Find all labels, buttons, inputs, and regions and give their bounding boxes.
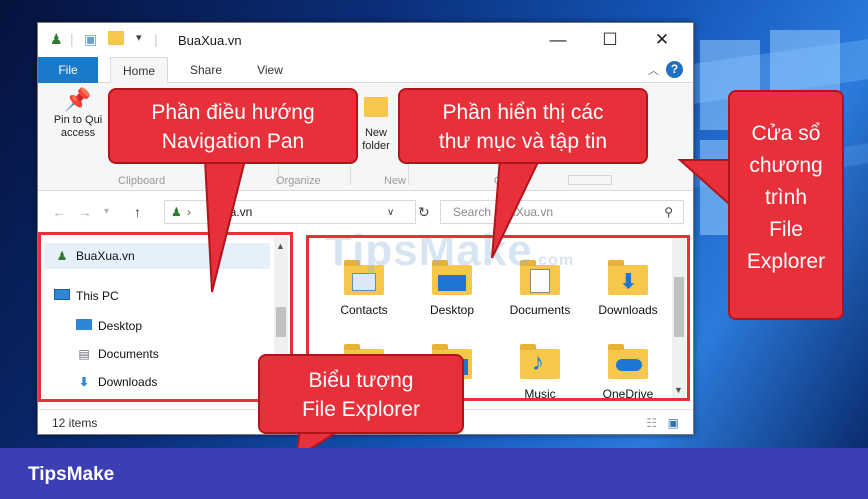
details-view-icon[interactable]: ☷ [646, 416, 657, 430]
pin-icon: 📌 [64, 87, 92, 112]
window-callout-line-4: File [769, 218, 803, 241]
user-folder-icon: ♟ [171, 205, 182, 219]
title-bar: ♟ | ▣ ▾ | BuaXua.vn — ☐ ✕ [38, 23, 693, 57]
pin-label: Pin to Qui [53, 114, 103, 126]
new-folder-button[interactable]: New folder [356, 93, 396, 153]
tab-home[interactable]: Home [110, 57, 168, 84]
address-path: Xua.vn [215, 205, 253, 219]
content-callout-line-1: Phần hiển thị các [442, 101, 604, 124]
new-folder-quick-icon[interactable] [108, 31, 124, 48]
ribbon-tabs: File Home Share View ︿ ? [38, 57, 693, 84]
search-icon: ⚲ [664, 205, 673, 219]
content-pane-callout: Phần hiển thị các thư mục và tập tin [398, 88, 648, 164]
address-bar-row: ← → ▾ ↑ ♟ › Xua.vn ∨ ↻ Search BuaXua.vn … [38, 195, 693, 229]
new-folder-icon [364, 97, 388, 117]
footer-brand: TipsMake [28, 464, 115, 485]
search-box[interactable]: Search BuaXua.vn ⚲ [440, 200, 684, 224]
window-callout: Cửa sổ chương trình File Explorer [728, 90, 844, 320]
group-open: O [494, 175, 503, 187]
large-icons-view-icon[interactable]: ▣ [668, 416, 679, 430]
file-explorer-icon-callout: Biểu tượng File Explorer [258, 354, 464, 434]
user-folder-icon: ♟ [50, 31, 63, 47]
pin-quick-access-button[interactable]: 📌 Pin to Qui access [42, 87, 114, 140]
content-callout-line-2: thư mục và tập tin [438, 130, 608, 153]
separator: | [70, 31, 74, 47]
up-arrow-icon[interactable]: ↑ [134, 204, 141, 220]
item-count: 12 items [52, 416, 98, 430]
address-dropdown-icon[interactable]: ∨ [387, 207, 394, 218]
nav-pane-highlight-box [38, 232, 293, 402]
breadcrumb-chevron-icon: › [187, 205, 191, 219]
group-new: New [384, 175, 407, 187]
help-icon[interactable]: ? [666, 61, 683, 78]
footer-bar: TipsMake [0, 448, 868, 499]
close-button[interactable]: ✕ [642, 28, 682, 52]
select-group [568, 175, 612, 185]
group-clipboard: Clipboard [118, 175, 166, 187]
nav-callout-line-2: Navigation Pan [161, 130, 305, 153]
window-callout-line-5: Explorer [746, 250, 826, 273]
tab-file[interactable]: File [38, 57, 98, 83]
search-placeholder: Search BuaXua.vn [453, 205, 554, 219]
back-arrow-icon[interactable]: ← [52, 204, 66, 220]
address-bar[interactable]: ♟ › Xua.vn ∨ [164, 200, 416, 224]
customize-quick-access-icon[interactable]: ▾ [136, 31, 142, 44]
window-callout-line-3: trình [764, 186, 808, 209]
icon-callout-line-2: File Explorer [302, 398, 420, 421]
window-callout-line-2: chương [749, 154, 823, 177]
recent-locations-icon[interactable]: ▾ [104, 206, 109, 217]
refresh-icon[interactable]: ↻ [418, 204, 430, 221]
nav-callout-line-1: Phần điều hướng [151, 101, 315, 124]
new-folder-label: New [364, 127, 387, 139]
separator: | [154, 31, 158, 47]
tab-share[interactable]: Share [178, 57, 234, 83]
maximize-button[interactable]: ☐ [590, 28, 630, 52]
new-folder-label-2: folder [362, 140, 390, 152]
forward-arrow-icon[interactable]: → [78, 204, 92, 220]
pin-label-2: access [60, 127, 96, 139]
window-callout-line-1: Cửa sổ [751, 122, 821, 145]
nav-pane-callout: Phần điều hướng Navigation Pan [108, 88, 358, 164]
minimize-button[interactable]: — [538, 28, 578, 52]
collapse-ribbon-icon[interactable]: ︿ [648, 62, 659, 78]
tab-view[interactable]: View [242, 57, 298, 83]
group-organize: Organize [276, 175, 321, 187]
icon-callout-line-1: Biểu tượng [308, 369, 414, 392]
properties-icon[interactable]: ▣ [84, 31, 97, 48]
window-title: BuaXua.vn [178, 33, 242, 48]
